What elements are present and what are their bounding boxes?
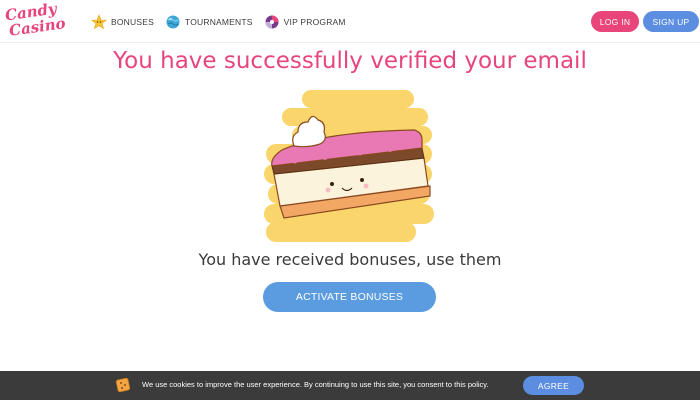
bonus-subtitle: You have received bonuses, use them [198,250,502,269]
nav-item-bonuses[interactable]: BONUSES [91,13,154,30]
star-icon [91,13,107,30]
nav-label-tournaments: TOURNAMENTS [184,16,253,27]
site-header: Candy Casino BONUSES TOURNAMENTS VIP PRO… [0,0,700,43]
cookie-icon [115,377,132,393]
signup-button[interactable]: SIGN UP [643,11,699,32]
cookie-message: We use cookies to improve the user exper… [142,380,489,389]
planet-icon [165,14,181,30]
nav-item-tournaments[interactable]: TOURNAMENTS [165,14,253,30]
nav-label-vip-program: VIP PROGRAM [283,16,346,27]
agree-button[interactable]: AGREE [523,376,584,395]
login-button[interactable]: LOG IN [591,11,639,32]
nav-item-vip-program[interactable]: VIP PROGRAM [264,14,346,30]
cake-slice-illustration [262,88,438,244]
main-nav: BONUSES TOURNAMENTS VIP PROGRAM [91,0,357,43]
activate-bonuses-button[interactable]: ACTIVATE BONUSES [263,282,436,312]
vip-candy-icon [264,14,280,30]
cookie-banner: We use cookies to improve the user exper… [0,371,700,400]
nav-label-bonuses: BONUSES [111,16,154,27]
page-title: You have successfully verified your emai… [113,48,587,74]
candy-casino-logo[interactable]: Candy Casino [2,0,67,41]
